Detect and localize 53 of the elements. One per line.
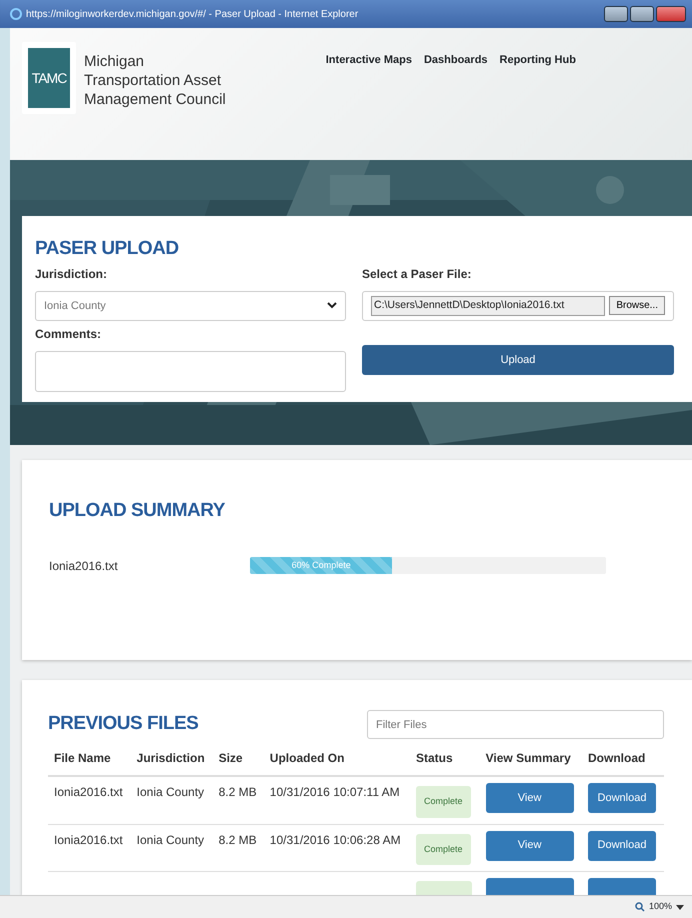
file-name: Ionia2016.txt bbox=[49, 558, 119, 575]
logo[interactable]: TAMC bbox=[22, 42, 76, 114]
section-title: UPLOAD SUMMARY bbox=[49, 500, 226, 523]
field-label: Jurisdiction: bbox=[35, 266, 108, 283]
select-value: Ionia County bbox=[44, 298, 106, 314]
browser-icon bbox=[10, 8, 22, 20]
status-badge: Complete bbox=[416, 834, 471, 865]
nav-link[interactable]: Interactive Maps bbox=[326, 52, 412, 68]
nav-link[interactable]: Reporting Hub bbox=[500, 52, 576, 68]
column-header: Download bbox=[582, 743, 664, 776]
org-name-line: Transportation Asset bbox=[84, 71, 222, 90]
table-cell: 10/31/2016 10:06:28 AM bbox=[264, 824, 410, 872]
table-cell: Ionia2016.txt bbox=[48, 824, 131, 872]
view-button[interactable]: View bbox=[486, 783, 574, 813]
table-cell: Ionia County bbox=[130, 824, 213, 872]
column-header: Status bbox=[410, 743, 480, 776]
caret-icon[interactable] bbox=[676, 904, 684, 910]
column-header: Jurisdiction bbox=[130, 743, 213, 776]
field-label: Comments: bbox=[35, 326, 102, 343]
close-button[interactable] bbox=[656, 6, 686, 22]
progress-fill: 60% Complete bbox=[250, 557, 392, 574]
jurisdiction-select[interactable]: Ionia County bbox=[35, 290, 346, 321]
zoom-level[interactable]: 100% bbox=[648, 900, 672, 914]
download-button[interactable]: Download bbox=[588, 830, 656, 860]
section-title: PREVIOUS FILES bbox=[48, 713, 198, 736]
maximize-button[interactable] bbox=[630, 6, 654, 22]
field-label: Select a Paser File: bbox=[362, 266, 472, 283]
column-header: Size bbox=[212, 743, 264, 776]
upload-button[interactable]: Upload bbox=[362, 344, 674, 375]
column-header: View Summary bbox=[480, 743, 582, 776]
section-title: PASER UPLOAD bbox=[35, 238, 180, 261]
comments-field[interactable] bbox=[35, 350, 346, 392]
status-badge: Complete bbox=[416, 786, 471, 818]
table-cell: 10/31/2016 10:07:11 AM bbox=[264, 776, 410, 824]
download-button[interactable]: Download bbox=[588, 783, 656, 813]
file-field[interactable]: C:\Users\JennettD\Desktop\Ionia2016.txt Browse... bbox=[362, 290, 674, 321]
filter-field[interactable]: Filter Files bbox=[367, 710, 664, 739]
column-header: File Name bbox=[48, 743, 131, 776]
chevron-down-icon bbox=[327, 302, 337, 310]
nav-link[interactable]: Dashboards bbox=[424, 52, 488, 68]
column-header: Uploaded On bbox=[264, 743, 410, 776]
table-cell: 8.2 MB bbox=[212, 824, 264, 872]
table-cell: Ionia County bbox=[130, 776, 213, 824]
table-cell: 8.2 MB bbox=[212, 776, 264, 824]
org-name-line: Management Council bbox=[84, 90, 226, 109]
table-cell: Ionia2016.txt bbox=[48, 776, 131, 824]
zoom-icon bbox=[634, 902, 645, 912]
view-button[interactable]: View bbox=[486, 830, 574, 860]
file-path-field[interactable]: C:\Users\JennettD\Desktop\Ionia2016.txt bbox=[371, 296, 606, 316]
browse-button[interactable]: Browse... bbox=[609, 296, 665, 316]
window-title: https://miloginworkerdev.michigan.gov/#/ - Paser Upload - Internet Explorer bbox=[26, 8, 358, 22]
minimize-button[interactable] bbox=[604, 6, 628, 22]
org-name-line: Michigan bbox=[84, 52, 146, 71]
